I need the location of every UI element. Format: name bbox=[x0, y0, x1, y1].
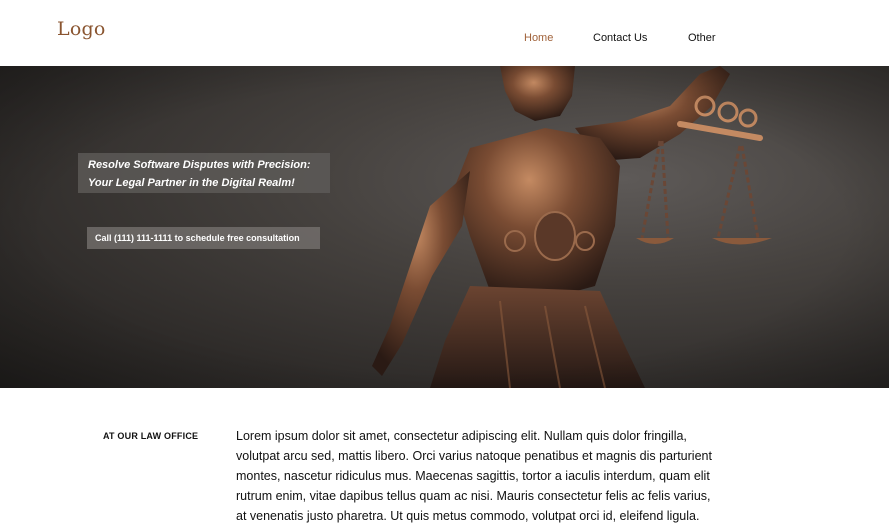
paragraph-line: montes, nascetur ridiculus mus. Maecenas… bbox=[236, 469, 710, 483]
section-label: AT OUR LAW OFFICE bbox=[103, 431, 199, 441]
hero-tagline-line: Resolve Software Disputes with Precision… bbox=[88, 159, 311, 171]
paragraph-line: at venenatis justo pharetra. Ut quis met… bbox=[236, 509, 700, 523]
paragraph-line: Lorem ipsum dolor sit amet, consectetur … bbox=[236, 429, 687, 443]
hero-tagline-line: Your Legal Partner in the Digital Realm! bbox=[88, 177, 295, 189]
paragraph-line: rutrum enim, vitae dapibus tellus quam a… bbox=[236, 489, 711, 503]
nav-home-link[interactable]: Home bbox=[524, 32, 553, 44]
site-header: Logo Home Contact Us Other bbox=[0, 0, 889, 66]
nav-other-link[interactable]: Other bbox=[688, 32, 716, 44]
consultation-call-button[interactable]: Call (111) 111-1111 to schedule free con… bbox=[87, 227, 320, 249]
hero-tagline: Resolve Software Disputes with Precision… bbox=[78, 153, 330, 193]
paragraph-line: volutpat arcu sed, mattis libero. Orci v… bbox=[236, 449, 712, 463]
logo[interactable]: Logo bbox=[57, 18, 105, 40]
nav-contact-us-link[interactable]: Contact Us bbox=[593, 32, 647, 44]
about-paragraph: Lorem ipsum dolor sit amet, consectetur … bbox=[236, 426, 756, 526]
hero-banner: Resolve Software Disputes with Precision… bbox=[0, 66, 889, 388]
